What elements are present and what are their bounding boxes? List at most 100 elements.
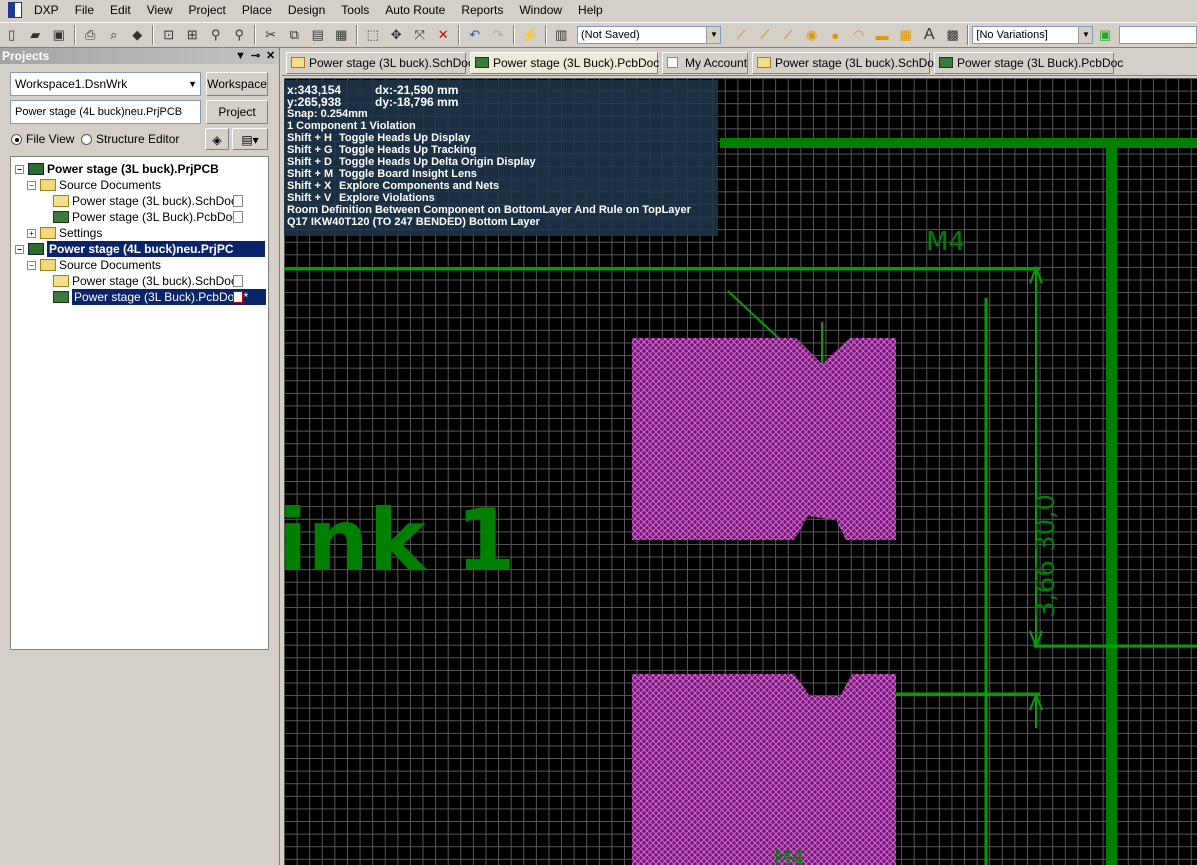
hud-shortcut-text: Toggle Heads Up Display (339, 132, 471, 144)
chevron-down-icon[interactable]: ▼ (188, 73, 197, 95)
pin-icon[interactable]: ⊸ (251, 48, 260, 64)
expand-icon[interactable]: + (27, 228, 36, 238)
toolbar-search-field[interactable] (1118, 26, 1197, 44)
tab-pcb-3l-active[interactable]: Power stage (3L Buck).PcbDoc * (470, 52, 667, 74)
tree-sch-doc-2[interactable]: Power stage (3L buck).SchDoc (53, 273, 237, 289)
layers-icon[interactable]: ◆ (128, 25, 148, 45)
hud-shortcut-text: Toggle Heads Up Delta Origin Display (339, 156, 536, 168)
panel-menu-icon[interactable]: ▼ (235, 48, 246, 64)
close-icon[interactable]: ✕ (266, 48, 275, 64)
print-preview-icon[interactable]: ⌕ (104, 25, 124, 45)
menu-place[interactable]: Place (234, 0, 280, 20)
pcb-doc-icon (939, 57, 953, 68)
structure-editor-radio[interactable]: Structure Editor (81, 132, 179, 146)
collapse-icon[interactable]: − (27, 180, 36, 190)
place-arc-icon[interactable]: ◠ (849, 25, 869, 45)
menu-reports[interactable]: Reports (453, 0, 511, 20)
menu-edit[interactable]: Edit (102, 0, 139, 20)
menu-file[interactable]: File (67, 0, 102, 20)
hud-coordinates-y: y:265,938 dy:-18,796 mm (287, 96, 715, 108)
tab-my-account[interactable]: My Account (662, 52, 748, 74)
open-icon[interactable]: ▰ (26, 25, 46, 45)
variant-manager-icon[interactable]: ▣ (1095, 25, 1115, 45)
projects-panel-title-text: Projects (2, 49, 50, 63)
menu-design[interactable]: Design (280, 0, 333, 20)
copper-track-right[interactable] (1106, 138, 1117, 865)
route-diff-pair-icon[interactable]: ⟋ (755, 25, 775, 45)
deselect-icon[interactable]: ⤧ (410, 25, 430, 45)
browse-components-icon[interactable]: ▥ (552, 25, 572, 45)
zoom-filtered-icon[interactable]: ⚲ (230, 25, 250, 45)
menu-tools[interactable]: Tools (333, 0, 377, 20)
tree-pcb-doc-1[interactable]: Power stage (3L Buck).PcbDoc (53, 209, 238, 225)
file-view-radio[interactable]: File View (11, 132, 74, 146)
move-icon[interactable]: ✥ (387, 25, 407, 45)
chevron-down-icon[interactable]: ▼ (706, 27, 721, 43)
label-m4[interactable]: M4 (926, 227, 965, 257)
workspace-button[interactable]: Workspace (206, 72, 268, 96)
tab-label: My Account (685, 56, 748, 70)
project-button[interactable]: Project (206, 100, 268, 124)
new-icon[interactable]: ▯ (2, 25, 22, 45)
project-field[interactable]: Power stage (4L buck)neu.PrjPCB (10, 100, 201, 124)
place-via-icon[interactable]: ● (825, 25, 845, 45)
label-m4-bottom[interactable]: M4 (774, 846, 804, 865)
print-icon[interactable]: ⎙ (81, 25, 101, 45)
place-pad-icon[interactable]: ◉ (802, 25, 822, 45)
menu-auto-route[interactable]: Auto Route (377, 0, 453, 20)
cross-probe-icon[interactable]: ⚡ (520, 25, 540, 45)
hud-shortcut-key: Shift + M (287, 168, 334, 180)
menu-project[interactable]: Project (181, 0, 234, 20)
zoom-area-icon[interactable]: ⊞ (183, 25, 203, 45)
save-icon[interactable]: ▣ (49, 25, 69, 45)
tree-source-docs-2[interactable]: − Source Documents (27, 257, 161, 273)
copy-icon[interactable]: ⧉ (285, 25, 305, 45)
panel-view-button[interactable]: ◈ (205, 128, 229, 150)
paste-icon[interactable]: ▤ (308, 25, 328, 45)
place-polygon-icon[interactable]: ▦ (896, 25, 916, 45)
collapse-icon[interactable]: − (27, 260, 36, 270)
zoom-fit-icon[interactable]: ⊡ (159, 25, 179, 45)
menu-dxp[interactable]: DXP (26, 0, 67, 20)
tree-source-docs-1[interactable]: − Source Documents (27, 177, 161, 193)
clear-filter-icon[interactable]: ✕ (434, 25, 454, 45)
chevron-down-icon[interactable]: ▼ (1078, 27, 1093, 43)
tree-project-4l[interactable]: − Power stage (4L buck)neu.PrjPC (15, 241, 265, 257)
pad-lower[interactable] (632, 674, 896, 865)
hud-shortcut: Shift + G Toggle Heads Up Tracking (287, 144, 715, 156)
cut-icon[interactable]: ✂ (261, 25, 281, 45)
saved-state-combo[interactable]: (Not Saved) ▼ (577, 26, 722, 44)
dimension-text[interactable]: 3,66 30,0 (1031, 494, 1061, 618)
tab-sch-3l-2[interactable]: Power stage (3L buck).SchDoc (752, 52, 940, 74)
menu-view[interactable]: View (139, 0, 181, 20)
tree-settings[interactable]: + Settings (27, 225, 102, 241)
panel-options-button[interactable]: ▤▾ (232, 128, 268, 150)
tab-sch-3l[interactable]: Power stage (3L buck).SchDoc (286, 52, 474, 74)
menu-window[interactable]: Window (511, 0, 570, 20)
place-component-icon[interactable]: ▩ (943, 25, 963, 45)
undo-icon[interactable]: ↶ (465, 25, 485, 45)
collapse-icon[interactable]: − (15, 244, 24, 254)
redo-icon[interactable]: ↷ (489, 25, 509, 45)
silkscreen-text[interactable]: ink 1 (284, 491, 516, 591)
interactive-routing-icon[interactable]: ⟋ (731, 25, 751, 45)
tree-project-3l[interactable]: − Power stage (3L buck).PrjPCB (15, 161, 219, 177)
menu-help[interactable]: Help (570, 0, 611, 20)
variations-combo[interactable]: [No Variations] ▼ (972, 26, 1094, 44)
dxp-logo-icon[interactable] (8, 2, 22, 18)
place-string-icon[interactable]: A (919, 25, 939, 45)
rubber-stamp-icon[interactable]: ▦ (332, 25, 352, 45)
tree-sch-doc-1[interactable]: Power stage (3L buck).SchDoc (53, 193, 237, 209)
select-area-icon[interactable]: ⬚ (363, 25, 383, 45)
tree-item-label: Power stage (3L buck).SchDoc (72, 274, 237, 288)
multi-route-icon[interactable]: ⟋ (778, 25, 798, 45)
workspace-select[interactable]: Workspace1.DsnWrk ▼ (10, 72, 201, 96)
place-fill-icon[interactable]: ▬ (872, 25, 892, 45)
zoom-selected-icon[interactable]: ⚲ (206, 25, 226, 45)
collapse-icon[interactable]: − (15, 164, 24, 174)
copper-track-top[interactable] (720, 138, 1197, 148)
pad-upper[interactable] (632, 338, 896, 540)
hud-shortcut-key: Shift + H (287, 132, 332, 144)
tab-pcb-3l-2[interactable]: Power stage (3L Buck).PcbDoc (934, 52, 1123, 74)
hud-shortcut-key: Shift + D (287, 156, 332, 168)
